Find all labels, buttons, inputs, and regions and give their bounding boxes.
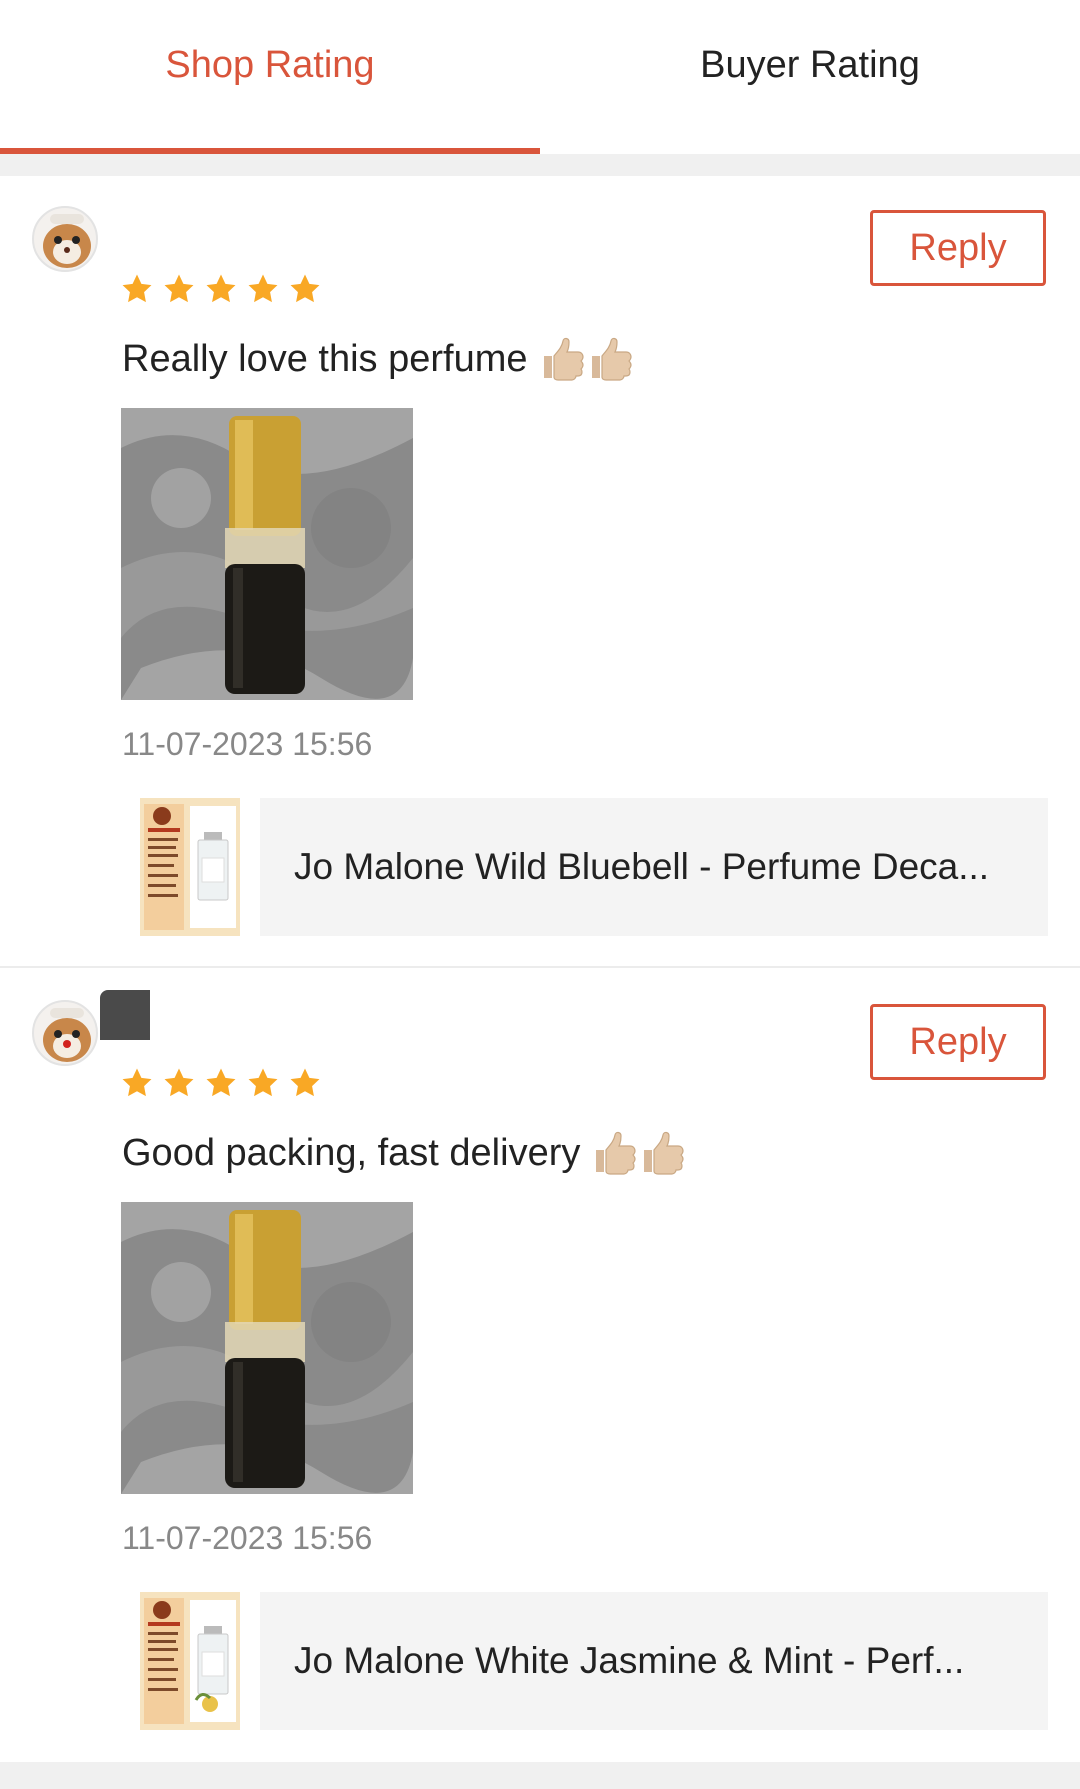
- star-icon: [288, 1066, 322, 1100]
- star-icon: [288, 272, 322, 306]
- perfume-bottle-image: [121, 408, 413, 700]
- review-card: Reply Really love this perfume 11-07-202…: [0, 176, 1080, 968]
- tab-buyer-rating[interactable]: Buyer Rating: [540, 0, 1080, 154]
- review-timestamp: 11-07-2023 15:56: [122, 1520, 373, 1556]
- divider: [0, 154, 1080, 176]
- review-timestamp: 11-07-2023 15:56: [122, 726, 373, 762]
- star-icon: [246, 1066, 280, 1100]
- star-icon: [120, 1066, 154, 1100]
- avatar[interactable]: [32, 206, 98, 272]
- reply-button[interactable]: Reply: [870, 210, 1046, 286]
- perfume-bottle-image: [121, 1202, 413, 1494]
- review-card: Reply Good packing, fast delivery 11-07-…: [0, 970, 1080, 1762]
- product-thumbnail: [140, 1592, 240, 1730]
- product-link[interactable]: Jo Malone White Jasmine & Mint - Perf...: [140, 1592, 1048, 1730]
- tab-shop-rating[interactable]: Shop Rating: [0, 0, 540, 154]
- star-icon: [204, 272, 238, 306]
- star-rating: [120, 1066, 322, 1100]
- product-image: [140, 798, 240, 936]
- star-icon: [246, 272, 280, 306]
- star-icon: [162, 1066, 196, 1100]
- star-icon: [162, 272, 196, 306]
- user-avatar-icon: [43, 1008, 91, 1062]
- comment-text: Good packing, fast delivery: [122, 1131, 581, 1174]
- avatar[interactable]: [32, 1000, 98, 1066]
- product-link[interactable]: Jo Malone Wild Bluebell - Perfume Deca..…: [140, 798, 1048, 936]
- thumbs-up-icon: [588, 336, 632, 382]
- username: [100, 990, 150, 1040]
- comment-text: Really love this perfume: [122, 337, 528, 380]
- star-icon: [120, 272, 154, 306]
- star-icon: [204, 1066, 238, 1100]
- product-thumbnail: [140, 798, 240, 936]
- rating-tabs: Shop Rating Buyer Rating: [0, 0, 1080, 154]
- review-photo[interactable]: [121, 408, 413, 700]
- product-name: Jo Malone White Jasmine & Mint - Perf...: [260, 1592, 1048, 1730]
- divider: [0, 1762, 1080, 1789]
- review-photo[interactable]: [121, 1202, 413, 1494]
- review-comment: Really love this perfume: [122, 336, 632, 382]
- thumbs-up-icon: [592, 1130, 636, 1176]
- reply-button[interactable]: Reply: [870, 1004, 1046, 1080]
- thumbs-up-icon: [640, 1130, 684, 1176]
- review-comment: Good packing, fast delivery: [122, 1130, 684, 1176]
- thumbs-up-icon: [540, 336, 584, 382]
- product-image: [140, 1592, 240, 1730]
- star-rating: [120, 272, 322, 306]
- product-name: Jo Malone Wild Bluebell - Perfume Deca..…: [260, 798, 1048, 936]
- user-avatar-icon: [43, 214, 91, 268]
